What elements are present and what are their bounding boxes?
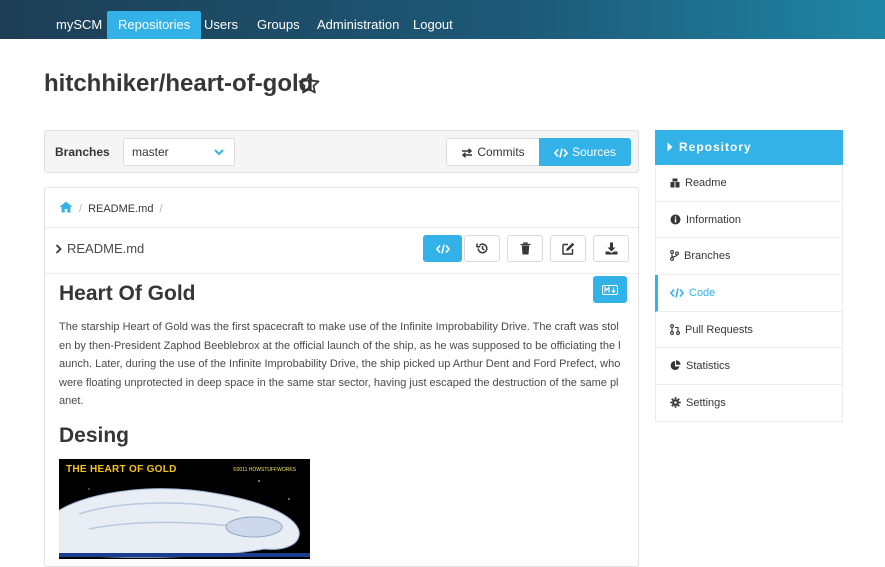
file-header[interactable]: README.md xyxy=(55,241,144,256)
home-icon[interactable] xyxy=(59,201,73,213)
content-paragraph: The starship Heart of Gold was the first… xyxy=(59,321,621,407)
markdown-toggle-button[interactable] xyxy=(593,276,627,303)
top-navigation: mySCM Repositories Users Groups Administ… xyxy=(0,0,885,39)
breadcrumb-separator: / xyxy=(79,203,83,215)
nav-item-users[interactable]: Users xyxy=(204,0,238,39)
history-button[interactable] xyxy=(464,235,500,262)
commits-label: Commits xyxy=(477,145,525,159)
sidebar-item-settings[interactable]: Settings xyxy=(655,385,843,422)
trash-icon xyxy=(520,242,530,255)
sources-button[interactable]: Sources xyxy=(539,138,631,166)
sidebar-item-label: Statistics xyxy=(686,360,731,373)
download-icon xyxy=(605,242,617,255)
history-icon xyxy=(475,243,488,254)
code-view-button[interactable] xyxy=(423,235,462,262)
star-icon[interactable] xyxy=(297,72,321,96)
commits-button[interactable]: Commits xyxy=(446,138,540,166)
content-heading-2: Desing xyxy=(59,424,130,447)
file-panel: / README.md / README.md Heart Of Gold The … xyxy=(44,187,639,567)
gear-icon xyxy=(670,397,681,408)
page-title: hitchhiker/heart-of-gold xyxy=(44,70,314,97)
branch-icon xyxy=(670,250,679,262)
sidebar-item-label: Settings xyxy=(686,397,726,410)
code-icon xyxy=(669,288,685,298)
divider xyxy=(45,273,638,274)
branches-label: Branches xyxy=(55,145,110,159)
sidebar-item-label: Readme xyxy=(685,177,727,189)
file-name: README.md xyxy=(67,241,145,256)
sidebar-item-code[interactable]: Code xyxy=(655,275,843,312)
delete-button[interactable] xyxy=(507,235,543,262)
sidebar-item-label: Pull Requests xyxy=(685,323,753,336)
chevron-right-icon xyxy=(55,244,62,254)
repository-sidebar: Repository Readme Information Branches C… xyxy=(655,130,843,422)
nav-item-administration[interactable]: Administration xyxy=(317,0,399,39)
divider xyxy=(45,227,638,228)
caret-right-icon xyxy=(667,142,673,152)
nav-item-repositories[interactable]: Repositories xyxy=(107,11,202,39)
sidebar-item-statistics[interactable]: Statistics xyxy=(655,348,843,386)
edit-button[interactable] xyxy=(550,235,586,262)
info-icon xyxy=(670,214,681,225)
sidebar-item-label: Branches xyxy=(684,250,731,263)
sidebar-item-readme[interactable]: Readme xyxy=(655,165,843,202)
branch-select-value: master xyxy=(132,145,169,159)
sidebar-item-information[interactable]: Information xyxy=(655,201,843,239)
branch-bar: Branches master Commits Sources xyxy=(44,130,639,173)
code-icon xyxy=(553,148,569,158)
exchange-icon xyxy=(462,148,473,158)
sidebar-item-label: Information xyxy=(686,213,742,226)
sidebar-item-branches[interactable]: Branches xyxy=(655,238,843,276)
sources-label: Sources xyxy=(571,145,617,159)
nav-item-logout[interactable]: Logout xyxy=(413,0,453,39)
breadcrumb-separator: / xyxy=(159,203,163,215)
chevron-down-icon xyxy=(214,149,224,156)
sidebar-item-label: Code xyxy=(689,287,716,300)
pull-request-icon xyxy=(670,323,680,335)
content-heading-1: Heart Of Gold xyxy=(59,282,196,305)
breadcrumb-file[interactable]: README.md xyxy=(88,203,153,215)
code-icon xyxy=(435,243,450,254)
sidebar-header-label: Repository xyxy=(679,140,752,154)
download-button[interactable] xyxy=(593,235,629,262)
markdown-icon xyxy=(602,284,618,295)
breadcrumb: / README.md / xyxy=(59,201,169,215)
sidebar-item-pull-requests[interactable]: Pull Requests xyxy=(655,311,843,349)
content-image: THE HEART OF GOLD ©2011 HOWSTUFFWORKS xyxy=(59,459,310,559)
nav-item-groups[interactable]: Groups xyxy=(257,0,300,39)
chart-icon xyxy=(670,360,681,371)
spaceship-illustration xyxy=(59,480,310,558)
edit-icon xyxy=(561,242,574,255)
branch-select[interactable]: master xyxy=(123,138,235,166)
nav-brand[interactable]: mySCM xyxy=(56,0,102,39)
sidebar-header[interactable]: Repository xyxy=(655,130,843,165)
readme-icon xyxy=(670,178,680,188)
